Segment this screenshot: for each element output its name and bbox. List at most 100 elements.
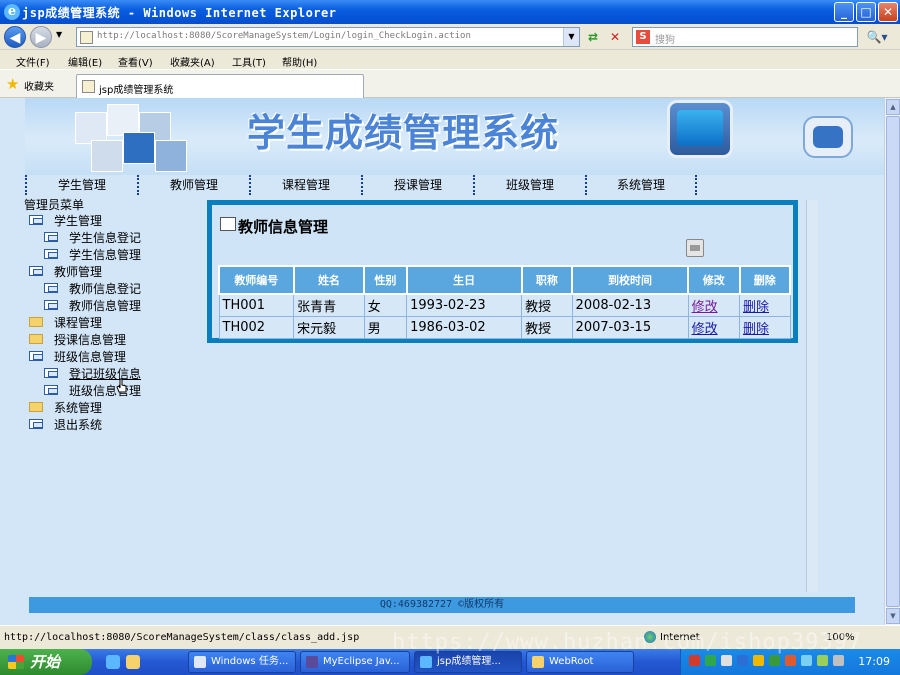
nav-student[interactable]: 学生管理 xyxy=(25,175,137,195)
menu-edit[interactable]: 编辑(E) xyxy=(68,54,102,69)
quicklaunch-ie-icon[interactable] xyxy=(106,655,120,669)
start-button[interactable]: 开始 xyxy=(0,649,92,675)
menu-class[interactable]: 班级信息管理 xyxy=(54,348,126,365)
minimize-button[interactable]: _ xyxy=(834,2,854,22)
banner-title: 学生成绩管理系统 xyxy=(247,111,560,155)
cell-join-date: 2007-03-15 xyxy=(571,315,689,339)
cell-gender: 女 xyxy=(363,293,408,317)
menu-student-register[interactable]: 学生信息登记 xyxy=(69,229,141,246)
table-header-row: 教师编号 姓名 性别 生日 职称 到校时间 修改 删除 xyxy=(218,265,791,295)
menu-logout[interactable]: 退出系统 xyxy=(54,416,102,433)
delete-link[interactable]: 删除 xyxy=(743,300,769,315)
edit-doc-icon xyxy=(220,217,236,231)
cell-title: 教授 xyxy=(521,293,573,317)
window-title: jsp成绩管理系统 - Windows Internet Explorer xyxy=(22,6,337,20)
menu-class-manage[interactable]: 班级信息管理 xyxy=(69,382,141,399)
scroll-down-icon[interactable]: ▼ xyxy=(886,608,900,624)
tray-icon[interactable] xyxy=(753,655,764,666)
menu-teaching[interactable]: 授课信息管理 xyxy=(54,331,126,348)
tray-icon[interactable] xyxy=(769,655,780,666)
col-join-date: 到校时间 xyxy=(571,265,690,295)
edit-link[interactable]: 修改 xyxy=(692,322,718,337)
menu-course[interactable]: 课程管理 xyxy=(54,314,102,331)
sogou-logo-icon: S xyxy=(636,30,650,44)
scroll-thumb[interactable] xyxy=(886,116,900,607)
status-url: http://localhost:8080/ScoreManageSystem/… xyxy=(4,632,360,643)
tray-icon[interactable] xyxy=(689,655,700,666)
stop-icon[interactable]: ✕ xyxy=(606,28,624,46)
site-banner: 学生成绩管理系统 xyxy=(25,98,884,175)
cell-gender: 男 xyxy=(363,315,408,339)
menu-class-register[interactable]: 登记班级信息 xyxy=(69,365,141,382)
menu-help[interactable]: 帮助(H) xyxy=(282,54,317,69)
refresh-icon[interactable]: ⇄ xyxy=(584,28,602,46)
col-gender: 性别 xyxy=(363,265,408,295)
menu-student-manage[interactable]: 学生信息管理 xyxy=(69,246,141,263)
task-label: jsp成绩管理... xyxy=(437,656,501,667)
delete-link[interactable]: 删除 xyxy=(743,322,769,337)
back-button[interactable]: ◀ xyxy=(4,26,26,48)
search-placeholder: 搜狗 xyxy=(655,35,675,46)
cell-title: 教授 xyxy=(521,315,573,339)
robot-graphic xyxy=(803,116,853,158)
menu-teacher[interactable]: 教师管理 xyxy=(54,263,102,280)
tray-icon[interactable] xyxy=(801,655,812,666)
nav-class[interactable]: 班级管理 xyxy=(473,175,585,195)
nav-teacher[interactable]: 教师管理 xyxy=(137,175,249,195)
menu-bar: 文件(F) 编辑(E) 查看(V) 收藏夹(A) 工具(T) 帮助(H) xyxy=(0,50,900,70)
window-icon xyxy=(29,266,43,276)
window-icon xyxy=(29,215,43,225)
start-label: 开始 xyxy=(30,653,61,671)
tray-icon[interactable] xyxy=(785,655,796,666)
scroll-up-icon[interactable]: ▲ xyxy=(886,99,900,115)
quicklaunch-folder-icon[interactable] xyxy=(126,655,140,669)
tray-icon[interactable] xyxy=(721,655,732,666)
edit-link[interactable]: 修改 xyxy=(692,300,718,315)
menu-system[interactable]: 系统管理 xyxy=(54,399,102,416)
col-edit: 修改 xyxy=(687,265,741,295)
menu-teacher-register[interactable]: 教师信息登记 xyxy=(69,280,141,297)
teacher-table: 教师编号 姓名 性别 生日 职称 到校时间 修改 删除 TH001 张青青 女 xyxy=(218,265,791,339)
task-windows-manager[interactable]: Windows 任务... xyxy=(188,651,296,673)
cell-birthday: 1993-02-23 xyxy=(406,293,523,317)
inner-scrollbar[interactable] xyxy=(806,200,818,592)
maximize-button[interactable]: □ xyxy=(856,2,876,22)
folder-icon xyxy=(29,334,43,344)
tab-page-icon xyxy=(82,80,95,93)
browser-scrollbar[interactable]: ▲ ▼ xyxy=(884,98,900,625)
nav-course[interactable]: 课程管理 xyxy=(249,175,361,195)
close-button[interactable]: ✕ xyxy=(878,2,898,22)
menu-view[interactable]: 查看(V) xyxy=(118,54,153,69)
tray-icon[interactable] xyxy=(705,655,716,666)
task-label: WebRoot xyxy=(549,656,594,667)
print-icon[interactable] xyxy=(686,239,704,257)
address-toolbar: ◀ ▶ ▼ http://localhost:8080/ScoreManageS… xyxy=(0,24,900,50)
search-field[interactable]: S 搜狗 xyxy=(632,27,858,47)
col-teacher-id: 教师编号 xyxy=(218,265,295,295)
address-field[interactable]: http://localhost:8080/ScoreManageSystem/… xyxy=(76,27,580,47)
menu-teacher-manage[interactable]: 教师信息管理 xyxy=(69,297,141,314)
panel-title: 教师信息管理 xyxy=(238,218,329,236)
table-row: TH001 张青青 女 1993-02-23 教授 2008-02-13 修改 … xyxy=(218,293,791,317)
folder-icon xyxy=(532,656,544,668)
menu-file[interactable]: 文件(F) xyxy=(16,54,50,69)
tray-icon[interactable] xyxy=(737,655,748,666)
menu-favorites[interactable]: 收藏夹(A) xyxy=(170,54,215,69)
nav-system[interactable]: 系统管理 xyxy=(585,175,697,195)
favorites-star-icon[interactable]: ★ xyxy=(6,75,19,93)
folder-icon xyxy=(29,402,43,412)
cell-name: 张青青 xyxy=(293,293,365,317)
page-footer: QQ:469382727 ©版权所有 xyxy=(29,597,855,613)
history-dropdown-icon[interactable]: ▼ xyxy=(56,30,62,39)
forward-button[interactable]: ▶ xyxy=(30,26,52,48)
browser-tab[interactable]: jsp成绩管理系统 xyxy=(76,74,364,98)
volume-icon[interactable] xyxy=(833,655,844,666)
window-icon xyxy=(44,249,58,259)
menu-tools[interactable]: 工具(T) xyxy=(232,54,266,69)
nav-teaching[interactable]: 授课管理 xyxy=(361,175,473,195)
search-button[interactable]: 🔍▾ xyxy=(862,28,892,46)
address-dropdown-icon[interactable]: ▼ xyxy=(563,28,579,46)
favorites-button[interactable]: 收藏夹 xyxy=(24,78,54,93)
menu-student[interactable]: 学生管理 xyxy=(54,212,102,229)
tray-icon[interactable] xyxy=(817,655,828,666)
